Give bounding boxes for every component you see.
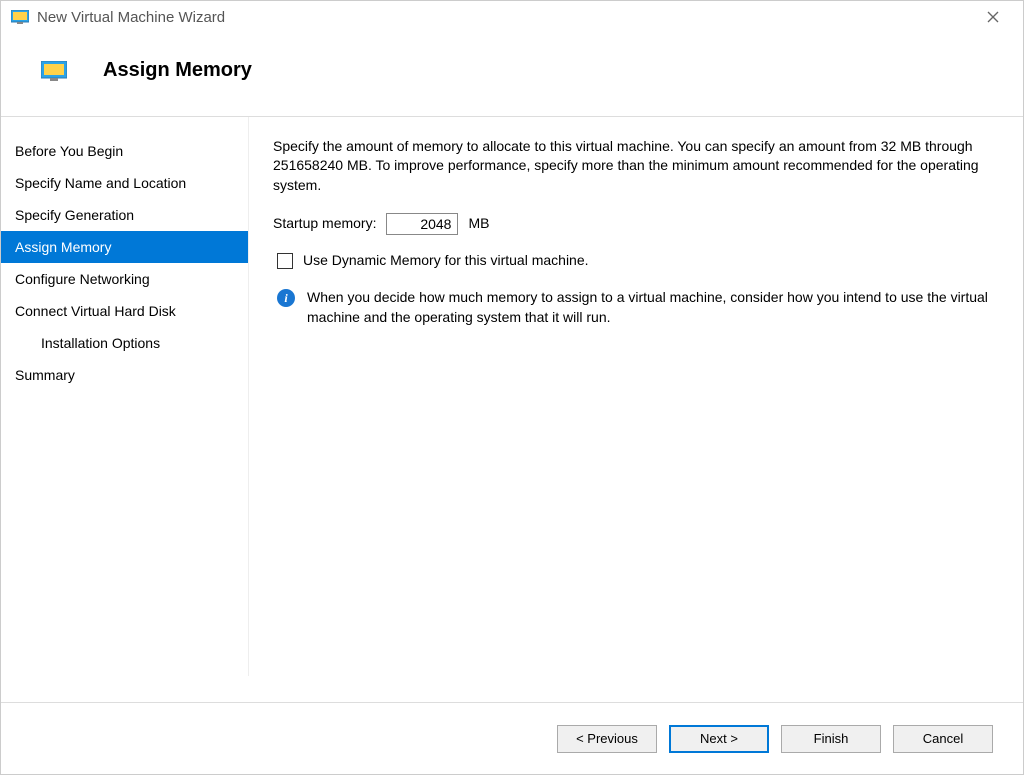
sidebar-item-5[interactable]: Connect Virtual Hard Disk (1, 295, 248, 327)
titlebar: New Virtual Machine Wizard (1, 1, 1023, 33)
startup-memory-input[interactable] (386, 213, 458, 235)
info-note: i When you decide how much memory to ass… (273, 288, 995, 327)
body-area: Before You BeginSpecify Name and Locatio… (1, 117, 1023, 676)
window-title: New Virtual Machine Wizard (37, 9, 225, 26)
sidebar-item-0[interactable]: Before You Begin (1, 135, 248, 167)
sidebar-item-4[interactable]: Configure Networking (1, 263, 248, 295)
info-text: When you decide how much memory to assig… (307, 288, 995, 327)
close-button[interactable] (973, 3, 1013, 31)
startup-memory-row: Startup memory: MB (273, 213, 995, 235)
dynamic-memory-label: Use Dynamic Memory for this virtual mach… (303, 251, 589, 270)
next-button[interactable]: Next > (669, 725, 769, 753)
app-icon (11, 9, 29, 25)
content-panel: Specify the amount of memory to allocate… (249, 117, 1023, 676)
finish-button[interactable]: Finish (781, 725, 881, 753)
startup-memory-unit: MB (468, 214, 489, 233)
page-title: Assign Memory (103, 59, 252, 82)
wizard-footer: < Previous Next > Finish Cancel (1, 702, 1023, 774)
cancel-button[interactable]: Cancel (893, 725, 993, 753)
dynamic-memory-checkbox[interactable] (277, 253, 293, 269)
sidebar-item-6[interactable]: Installation Options (1, 327, 248, 359)
wizard-header: Assign Memory (1, 33, 1023, 117)
wizard-header-icon (41, 60, 67, 82)
info-icon: i (277, 289, 295, 307)
sidebar-item-3[interactable]: Assign Memory (1, 231, 248, 263)
previous-button[interactable]: < Previous (557, 725, 657, 753)
dynamic-memory-row[interactable]: Use Dynamic Memory for this virtual mach… (273, 251, 995, 270)
sidebar-item-2[interactable]: Specify Generation (1, 199, 248, 231)
sidebar-item-7[interactable]: Summary (1, 359, 248, 391)
startup-memory-label: Startup memory: (273, 214, 376, 233)
sidebar-item-1[interactable]: Specify Name and Location (1, 167, 248, 199)
description-text: Specify the amount of memory to allocate… (273, 137, 995, 195)
wizard-sidebar: Before You BeginSpecify Name and Locatio… (1, 117, 249, 676)
